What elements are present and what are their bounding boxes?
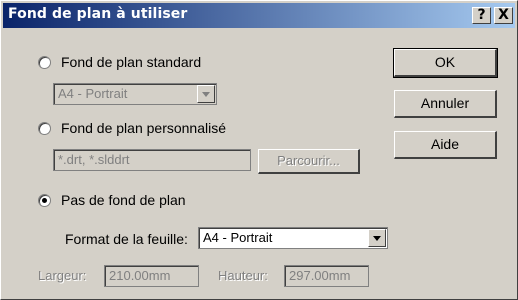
- radio-standard-label: Fond de plan standard: [61, 54, 202, 70]
- height-value: 297.00mm: [289, 268, 351, 283]
- sheet-format-value: A4 - Portrait: [203, 230, 273, 245]
- height-field: 297.00mm: [284, 265, 369, 287]
- standard-format-select: A4 - Portrait: [53, 83, 217, 105]
- radio-none-row[interactable]: Pas de fond de plan: [38, 192, 186, 208]
- chevron-down-icon: [197, 85, 215, 103]
- sheet-format-select[interactable]: A4 - Portrait: [198, 227, 388, 249]
- width-value: 210.00mm: [109, 268, 171, 283]
- title-bar: Fond de plan à utiliser ? X: [3, 3, 515, 28]
- close-title-button[interactable]: X: [494, 7, 513, 24]
- radio-standard-row[interactable]: Fond de plan standard: [38, 54, 201, 70]
- radio-custom-row[interactable]: Fond de plan personnalisé: [38, 120, 226, 136]
- sheet-format-label: Format de la feuille:: [65, 231, 188, 247]
- window-title: Fond de plan à utiliser: [8, 6, 188, 22]
- radio-none-label: Pas de fond de plan: [61, 192, 186, 208]
- help-button[interactable]: Aide: [394, 131, 497, 159]
- dialog-window: Fond de plan à utiliser ? X Fond de plan…: [0, 0, 518, 300]
- cancel-button[interactable]: Annuler: [394, 90, 497, 118]
- custom-file-input: *.drt, *.slddrt: [53, 149, 251, 171]
- width-field: 210.00mm: [104, 265, 199, 287]
- radio-standard[interactable]: [38, 55, 51, 69]
- standard-format-value: A4 - Portrait: [58, 86, 128, 101]
- radio-custom[interactable]: [38, 121, 51, 135]
- browse-button: Parcourir...: [258, 149, 360, 174]
- chevron-down-icon[interactable]: [368, 229, 386, 247]
- custom-file-placeholder: *.drt, *.slddrt: [58, 152, 130, 167]
- ok-button[interactable]: OK: [393, 48, 498, 78]
- width-label: Largeur:: [38, 268, 87, 283]
- help-title-button[interactable]: ?: [472, 7, 491, 24]
- radio-custom-label: Fond de plan personnalisé: [61, 120, 227, 136]
- radio-none[interactable]: [38, 193, 51, 207]
- height-label: Hauteur:: [218, 268, 268, 283]
